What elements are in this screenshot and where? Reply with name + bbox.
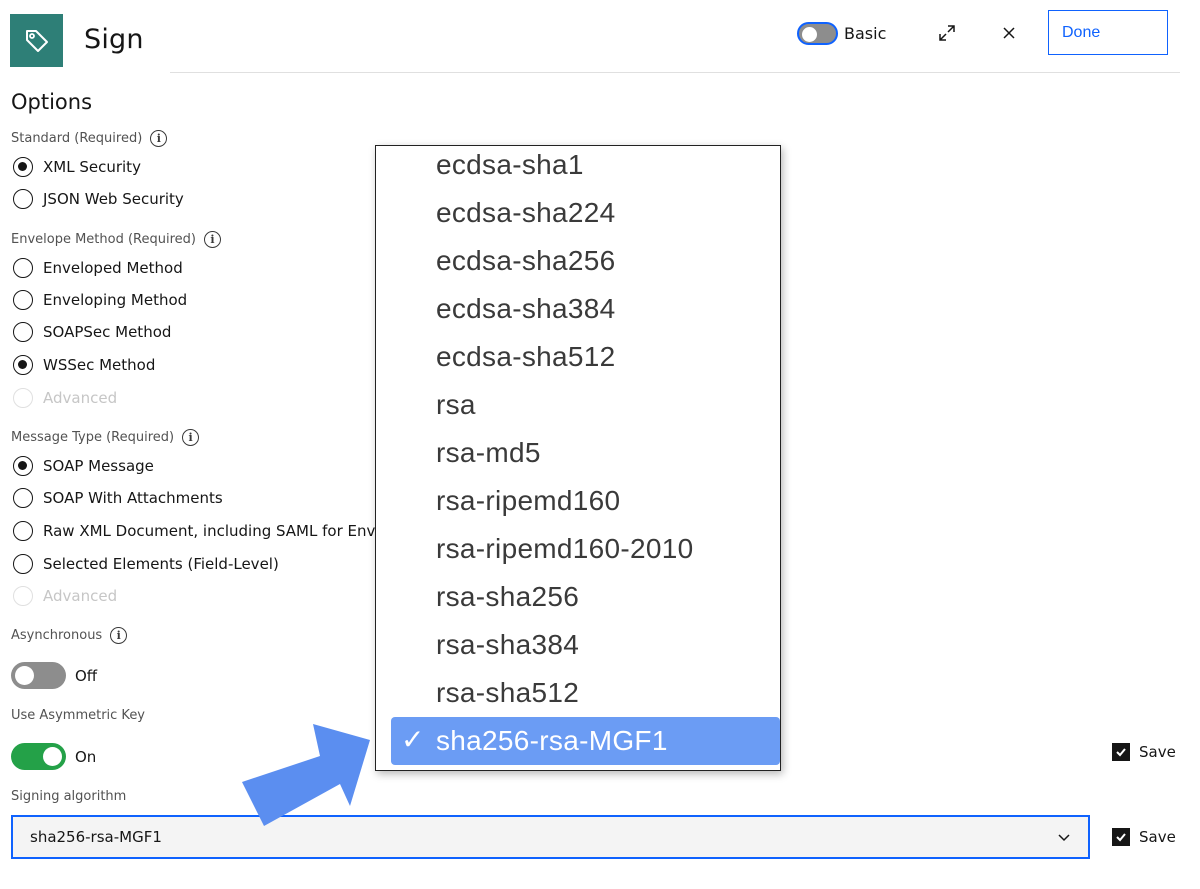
radio-selected-elements[interactable]: Selected Elements (Field-Level): [13, 554, 279, 574]
dropdown-option[interactable]: rsa: [436, 389, 476, 421]
radio-label: SOAP Message: [43, 457, 154, 475]
dropdown-option-label: sha256-rsa-MGF1: [436, 725, 668, 756]
chevron-down-icon: [1058, 834, 1070, 842]
dropdown-option-selected[interactable]: ✓ sha256-rsa-MGF1: [391, 717, 780, 765]
radio-circle: [13, 488, 33, 508]
asynchronous-label-text: Asynchronous: [11, 628, 103, 643]
close-button[interactable]: [997, 21, 1021, 45]
header-divider: [170, 72, 1180, 73]
info-icon[interactable]: i: [182, 429, 200, 446]
save-checkbox-asymmetric[interactable]: Save: [1112, 743, 1176, 761]
dropdown-option[interactable]: rsa-sha512: [436, 677, 579, 709]
message-type-label-text: Message Type (Required): [11, 430, 175, 445]
radio-circle: [13, 258, 33, 278]
info-icon[interactable]: i: [110, 627, 128, 644]
basic-mode-toggle[interactable]: [797, 22, 838, 45]
radio-message-advanced: Advanced: [13, 586, 117, 606]
radio-circle: [13, 355, 33, 375]
radio-label: Advanced: [43, 389, 118, 407]
radio-label: JSON Web Security: [43, 190, 184, 208]
done-button[interactable]: Done: [1048, 10, 1168, 55]
expand-button[interactable]: [935, 21, 959, 45]
signing-algorithm-dropdown: ecdsa-sha1 ecdsa-sha224 ecdsa-sha256 ecd…: [375, 145, 781, 771]
radio-envelope-advanced: Advanced: [13, 388, 117, 408]
radio-label: Enveloping Method: [43, 291, 188, 309]
radio-label: SOAP With Attachments: [43, 489, 223, 507]
asymmetric-key-label: Use Asymmetric Key: [11, 708, 145, 723]
radio-label: Enveloped Method: [43, 259, 183, 277]
signing-algorithm-select[interactable]: sha256-rsa-MGF1: [11, 815, 1090, 859]
save-label: Save: [1139, 828, 1176, 846]
radio-circle: [13, 189, 33, 209]
radio-label: SOAPSec Method: [43, 323, 172, 341]
radio-circle: [13, 586, 33, 606]
standard-label: Standard (Required) i: [11, 130, 168, 147]
radio-label: XML Security: [43, 158, 141, 176]
radio-soap-message[interactable]: SOAP Message: [13, 456, 154, 476]
radio-json-web-security[interactable]: JSON Web Security: [13, 189, 184, 209]
radio-circle: [13, 456, 33, 476]
radio-xml-security[interactable]: XML Security: [13, 157, 141, 177]
radio-enveloping-method[interactable]: Enveloping Method: [13, 290, 187, 310]
tag-icon: [25, 29, 48, 52]
save-checkbox-signing[interactable]: Save: [1112, 828, 1176, 846]
options-title: Options: [11, 90, 93, 114]
dropdown-option[interactable]: rsa-sha256: [436, 581, 579, 613]
dropdown-option[interactable]: ecdsa-sha384: [436, 293, 616, 325]
signing-algorithm-label-text: Signing algorithm: [11, 789, 127, 804]
dropdown-option[interactable]: ecdsa-sha256: [436, 245, 616, 277]
checkbox-checked-icon: [1112, 743, 1130, 761]
dropdown-option[interactable]: ecdsa-sha512: [436, 341, 616, 373]
radio-soapsec-method[interactable]: SOAPSec Method: [13, 322, 171, 342]
mode-label: Basic: [844, 24, 887, 43]
radio-circle: [13, 521, 33, 541]
toggle-knob: [802, 27, 817, 42]
save-label: Save: [1139, 743, 1176, 761]
radio-raw-xml-document[interactable]: Raw XML Document, including SAML for Env…: [13, 521, 398, 541]
page-title: Sign: [84, 24, 144, 55]
radio-label: Advanced: [43, 587, 118, 605]
dropdown-option[interactable]: rsa-sha384: [436, 629, 579, 661]
dropdown-option[interactable]: ecdsa-sha1: [436, 149, 584, 181]
dropdown-option[interactable]: rsa-ripemd160: [436, 485, 620, 517]
asynchronous-toggle[interactable]: [11, 662, 66, 689]
toggle-knob: [15, 666, 34, 685]
checkmark-icon: ✓: [401, 723, 425, 756]
radio-label: Selected Elements (Field-Level): [43, 555, 279, 573]
asynchronous-label: Asynchronous i: [11, 627, 128, 644]
radio-enveloped-method[interactable]: Enveloped Method: [13, 258, 183, 278]
app-icon: [10, 14, 63, 67]
radio-label: WSSec Method: [43, 356, 156, 374]
dropdown-option[interactable]: rsa-ripemd160-2010: [436, 533, 694, 565]
annotation-arrow-icon: [242, 724, 370, 826]
radio-circle: [13, 554, 33, 574]
asynchronous-state: Off: [75, 667, 98, 685]
toggle-knob: [43, 747, 62, 766]
asymmetric-key-state: On: [75, 748, 97, 766]
info-icon[interactable]: i: [150, 130, 168, 147]
signing-algorithm-label: Signing algorithm: [11, 789, 126, 804]
dropdown-option[interactable]: rsa-md5: [436, 437, 541, 469]
radio-circle: [13, 290, 33, 310]
standard-label-text: Standard (Required): [11, 131, 143, 146]
expand-icon: [939, 25, 955, 41]
signing-algorithm-value: sha256-rsa-MGF1: [30, 828, 162, 846]
message-type-label: Message Type (Required) i: [11, 429, 200, 446]
radio-wssec-method[interactable]: WSSec Method: [13, 355, 155, 375]
radio-label: Raw XML Document, including SAML for Env…: [43, 522, 398, 540]
close-icon: [1003, 27, 1015, 39]
asymmetric-key-label-text: Use Asymmetric Key: [11, 708, 146, 723]
envelope-label-text: Envelope Method (Required): [11, 232, 196, 247]
dropdown-option[interactable]: ecdsa-sha224: [436, 197, 616, 229]
radio-soap-with-attachments[interactable]: SOAP With Attachments: [13, 488, 223, 508]
radio-circle: [13, 388, 33, 408]
asymmetric-key-toggle[interactable]: [11, 743, 66, 770]
radio-circle: [13, 322, 33, 342]
info-icon[interactable]: i: [203, 231, 221, 248]
envelope-label: Envelope Method (Required) i: [11, 231, 221, 248]
radio-circle: [13, 157, 33, 177]
checkbox-checked-icon: [1112, 828, 1130, 846]
